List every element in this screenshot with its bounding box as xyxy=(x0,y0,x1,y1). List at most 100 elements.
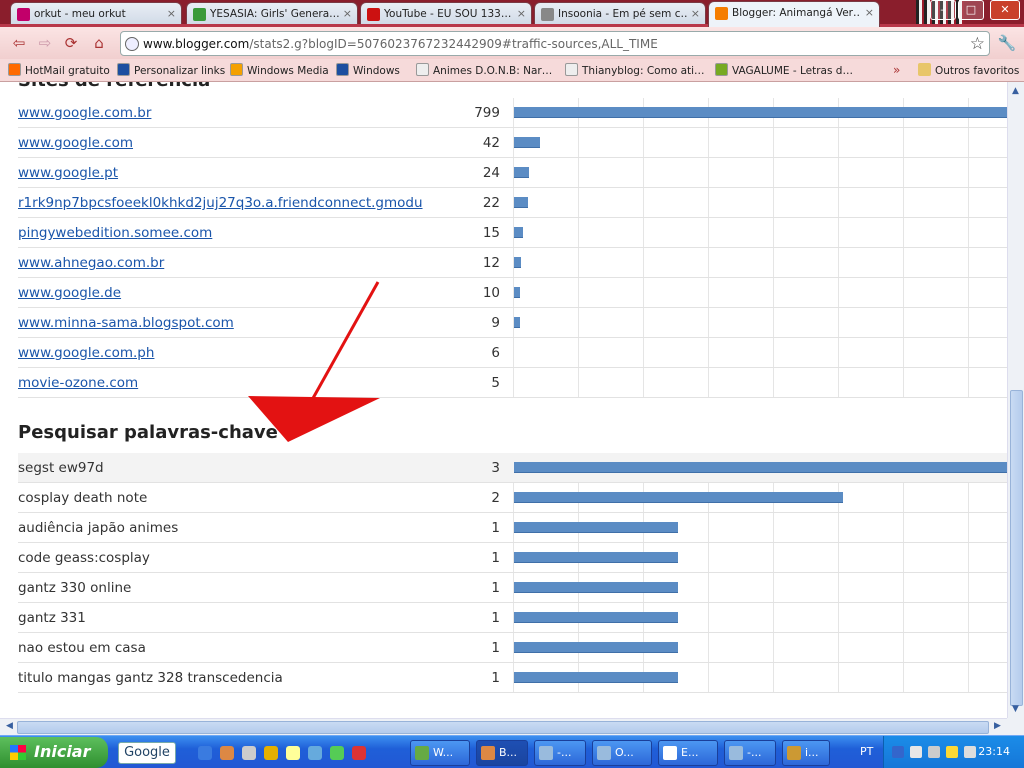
bookmark-label: Personalizar links xyxy=(134,65,226,77)
count-bar xyxy=(514,317,520,328)
count-bar xyxy=(514,552,678,563)
reload-icon[interactable]: ⟳ xyxy=(60,33,82,53)
bookmark-item[interactable]: Thianyblog: Como ati… xyxy=(565,63,705,77)
bookmark-item[interactable]: Animes D.O.N.B: Nar… xyxy=(416,63,552,77)
bookmark-item[interactable]: Personalizar links xyxy=(117,63,225,77)
drive-icon[interactable] xyxy=(242,746,256,760)
referrer-link[interactable]: pingywebedition.somee.com xyxy=(18,225,438,241)
table-row: www.google.com 42 xyxy=(18,128,1007,158)
bookmark-item[interactable]: VAGALUME - Letras d… xyxy=(715,63,853,77)
table-row: r1rk9np7bpcsfoeekl0khkd2juj27q3o.a.frien… xyxy=(18,188,1007,218)
visit-count: 1 xyxy=(491,520,500,536)
messenger-icon[interactable] xyxy=(330,746,344,760)
horizontal-scrollbar[interactable]: ◀ ▶ xyxy=(0,718,1007,735)
count-bar xyxy=(514,107,1007,118)
address-bar[interactable]: www.blogger.com/stats2.g?blogID=50760237… xyxy=(120,31,990,56)
window-app-icon xyxy=(415,746,429,760)
bookmark-icon xyxy=(336,63,349,76)
window-app-icon xyxy=(481,746,495,760)
taskbar-window-button[interactable]: -... xyxy=(724,740,776,766)
count-bar xyxy=(514,137,540,148)
wrench-icon[interactable]: 🔧 xyxy=(996,32,1018,54)
start-button[interactable]: Iniciar xyxy=(0,737,108,768)
count-bar xyxy=(514,582,678,593)
network-icon[interactable] xyxy=(308,746,322,760)
referrer-link[interactable]: www.google.com xyxy=(18,135,438,151)
horizontal-scroll-thumb[interactable] xyxy=(17,721,989,734)
tab-favicon-icon xyxy=(17,8,30,21)
keyword-label: code geass:cosplay xyxy=(18,550,150,566)
scroll-down-icon[interactable]: ▼ xyxy=(1008,704,1023,714)
scroll-up-icon[interactable]: ▲ xyxy=(1008,86,1023,96)
table-row: www.google.com.br 799 xyxy=(18,98,1007,128)
count-bar xyxy=(514,227,523,238)
media-player-icon[interactable] xyxy=(286,746,300,760)
window-label: E... xyxy=(681,746,699,759)
tab-title: Blogger: Animangá Ver… xyxy=(732,7,861,19)
scroll-left-icon[interactable]: ◀ xyxy=(2,721,17,731)
network-status-icon[interactable] xyxy=(910,746,922,758)
bookmark-icon xyxy=(565,63,578,76)
bookmark-icon xyxy=(715,63,728,76)
referrer-link[interactable]: www.google.pt xyxy=(18,165,438,181)
back-icon[interactable]: ⇦ xyxy=(8,33,30,53)
taskbar-window-button[interactable]: i... xyxy=(782,740,830,766)
tab-close-icon[interactable]: × xyxy=(865,6,874,19)
bookmark-item[interactable]: HotMail gratuito xyxy=(8,63,110,77)
referrer-link[interactable]: www.ahnegao.com.br xyxy=(18,255,438,271)
visit-count: 1 xyxy=(491,580,500,596)
removable-media-icon[interactable] xyxy=(928,746,940,758)
clock: 23:14 xyxy=(978,745,1010,758)
taskbar-window-button[interactable]: B... xyxy=(476,740,528,766)
messenger-status-icon[interactable] xyxy=(946,746,958,758)
tab-close-icon[interactable]: × xyxy=(167,7,176,20)
tray-arrow-icon[interactable] xyxy=(892,746,904,758)
scroll-right-icon[interactable]: ▶ xyxy=(990,721,1005,731)
vertical-scrollbar[interactable]: ▲ ▼ xyxy=(1007,82,1024,718)
table-row: pingywebedition.somee.com 15 xyxy=(18,218,1007,248)
bookmark-item[interactable]: Windows xyxy=(336,63,400,77)
tab-3[interactable]: YouTube - EU SOU 133… × xyxy=(360,2,532,26)
chrome-icon[interactable] xyxy=(220,746,234,760)
other-bookmarks[interactable]: Outros favoritos xyxy=(918,63,1019,77)
folder-icon[interactable] xyxy=(264,746,278,760)
tab-4[interactable]: Insoonia - Em pé sem c… × xyxy=(534,2,706,26)
home-icon[interactable]: ⌂ xyxy=(88,33,110,53)
page-content: Sites de referência www.google.com.br 799… xyxy=(0,82,1007,718)
google-toolbar-button[interactable]: Google xyxy=(118,742,176,764)
bookmark-icon xyxy=(416,63,429,76)
taskbar-window-button[interactable]: -... xyxy=(534,740,586,766)
table-row: www.google.pt 24 xyxy=(18,158,1007,188)
tab-close-icon[interactable]: × xyxy=(517,7,526,20)
window-label: B... xyxy=(499,746,518,759)
table-row: audiência japão animes 1 xyxy=(18,513,1007,543)
volume-icon[interactable] xyxy=(964,746,976,758)
bookmark-star-icon[interactable]: ☆ xyxy=(970,34,985,54)
close-window-button[interactable]: ✕ xyxy=(990,0,1020,20)
table-row: www.minna-sama.blogspot.com 9 xyxy=(18,308,1007,338)
tab-1[interactable]: orkut - meu orkut × xyxy=(10,2,182,26)
language-indicator[interactable]: PT xyxy=(860,745,873,758)
taskbar-window-button[interactable]: W... xyxy=(410,740,470,766)
count-bar xyxy=(514,167,529,178)
referrer-link[interactable]: r1rk9np7bpcsfoeekl0khkd2juj27q3o.a.frien… xyxy=(18,195,438,211)
bookmarks-overflow[interactable]: » xyxy=(893,63,900,77)
antivirus-icon[interactable] xyxy=(352,746,366,760)
taskbar-window-button[interactable]: O... xyxy=(592,740,652,766)
tab-close-icon[interactable]: × xyxy=(691,7,700,20)
referrer-link[interactable]: www.google.com.br xyxy=(18,105,438,121)
ie-icon[interactable] xyxy=(198,746,212,760)
tab-5[interactable]: Blogger: Animangá Ver… × xyxy=(708,1,880,27)
bookmark-item[interactable]: Windows Media xyxy=(230,63,329,77)
tab-favicon-icon xyxy=(715,7,728,20)
vertical-scroll-thumb[interactable] xyxy=(1010,390,1023,706)
taskbar-window-button[interactable]: E... xyxy=(658,740,718,766)
tab-2[interactable]: YESASIA: Girls' Genera… × xyxy=(186,2,358,26)
tab-close-icon[interactable]: × xyxy=(343,7,352,20)
forward-icon[interactable]: ⇨ xyxy=(34,33,56,53)
window-label: i... xyxy=(805,746,819,759)
visit-count: 3 xyxy=(491,460,500,476)
folder-icon xyxy=(918,63,931,76)
minimize-button[interactable]: – xyxy=(930,0,956,20)
maximize-button[interactable]: □ xyxy=(958,0,984,20)
